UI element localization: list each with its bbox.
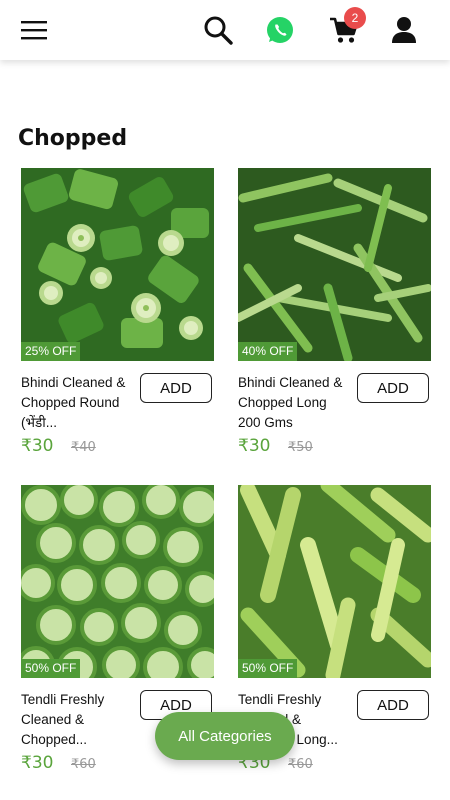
product-price: ₹30	[238, 436, 271, 456]
product-image[interactable]	[21, 485, 214, 678]
add-button[interactable]: ADD	[357, 690, 429, 720]
discount-badge: 25% OFF	[21, 342, 81, 361]
product-image[interactable]	[238, 485, 431, 678]
product-name[interactable]: Bhindi Cleaned & Chopped Long 200 Gms	[238, 373, 348, 433]
product-name[interactable]: Tendli Freshly Cleaned & Chopped...	[21, 690, 131, 750]
cart-count-badge: 2	[344, 7, 366, 29]
product-image[interactable]	[21, 168, 214, 361]
discount-badge: 50% OFF	[238, 659, 298, 678]
discount-badge: 40% OFF	[238, 342, 298, 361]
discount-badge: 50% OFF	[21, 659, 81, 678]
add-button[interactable]: ADD	[140, 373, 212, 403]
menu-icon[interactable]	[14, 0, 54, 60]
product-price: ₹30	[21, 436, 54, 456]
product-image[interactable]	[238, 168, 431, 361]
whatsapp-icon[interactable]	[260, 0, 300, 60]
product-mrp: ₹60	[71, 757, 96, 772]
product-name[interactable]: Bhindi Cleaned & Chopped Round (भेंडी...	[21, 373, 131, 433]
all-categories-button[interactable]: All Categories	[155, 712, 295, 760]
search-icon[interactable]	[198, 0, 238, 60]
section-title: Chopped	[18, 126, 128, 151]
top-app-bar: 2	[0, 0, 450, 60]
product-price: ₹30	[21, 753, 54, 773]
product-mrp: ₹40	[71, 440, 96, 455]
product-mrp: ₹50	[288, 440, 313, 455]
product-card[interactable]: 40% OFF Bhindi Cleaned & Chopped Long 20…	[238, 168, 431, 468]
add-button[interactable]: ADD	[357, 373, 429, 403]
product-card[interactable]: 25% OFF Bhindi Cleaned & Chopped Round (…	[21, 168, 214, 468]
product-mrp: ₹60	[288, 757, 313, 772]
user-icon[interactable]	[384, 0, 424, 60]
